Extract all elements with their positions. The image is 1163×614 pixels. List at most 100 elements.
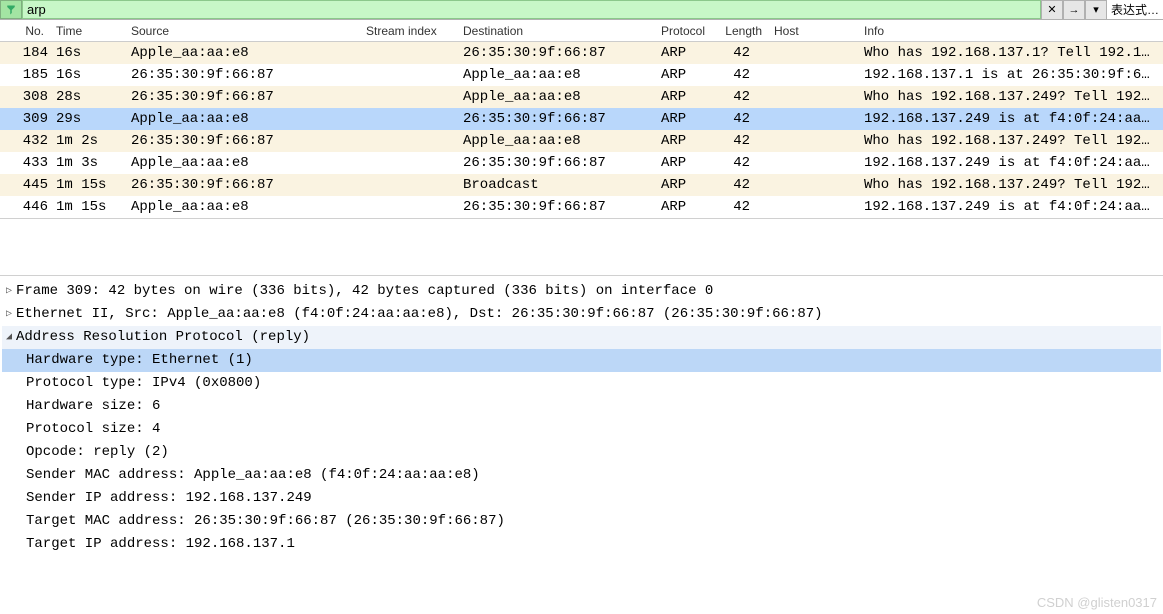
detail-arp-target-ip[interactable]: Target IP address: 192.168.137.1: [2, 533, 1161, 556]
detail-text: Frame 309: 42 bytes on wire (336 bits), …: [16, 280, 713, 303]
packet-row[interactable]: 18516s26:35:30:9f:66:87Apple_aa:aa:e8ARP…: [0, 64, 1163, 86]
cell-no: 445: [0, 177, 50, 193]
cell-info: Who has 192.168.137.249? Tell 192…: [858, 133, 1163, 149]
collapse-icon[interactable]: ◢: [2, 326, 16, 349]
cell-source: Apple_aa:aa:e8: [125, 199, 360, 215]
col-header-protocol[interactable]: Protocol: [655, 24, 710, 38]
detail-arp-sender-mac[interactable]: Sender MAC address: Apple_aa:aa:e8 (f4:0…: [2, 464, 1161, 487]
cell-time: 28s: [50, 89, 125, 105]
cell-info: 192.168.137.249 is at f4:0f:24:aa…: [858, 155, 1163, 171]
detail-arp[interactable]: ◢Address Resolution Protocol (reply): [2, 326, 1161, 349]
col-header-stream[interactable]: Stream index: [360, 24, 457, 38]
cell-info: Who has 192.168.137.249? Tell 192…: [858, 89, 1163, 105]
display-filter-bar: ✕ → ▾ 表达式…: [0, 0, 1163, 20]
col-header-info[interactable]: Info: [858, 24, 1163, 38]
cell-destination: Apple_aa:aa:e8: [457, 89, 655, 105]
cell-length: 42: [710, 155, 768, 171]
cell-source: Apple_aa:aa:e8: [125, 155, 360, 171]
filter-history-dropdown[interactable]: ▾: [1085, 0, 1107, 20]
detail-arp-opcode[interactable]: Opcode: reply (2): [2, 441, 1161, 464]
cell-info: Who has 192.168.137.249? Tell 192…: [858, 177, 1163, 193]
detail-arp-target-mac[interactable]: Target MAC address: 26:35:30:9f:66:87 (2…: [2, 510, 1161, 533]
col-header-length[interactable]: Length: [710, 24, 768, 38]
detail-text: Sender IP address: 192.168.137.249: [26, 487, 312, 510]
cell-length: 42: [710, 111, 768, 127]
packet-details-pane[interactable]: ▷Frame 309: 42 bytes on wire (336 bits),…: [0, 276, 1163, 556]
cell-length: 42: [710, 133, 768, 149]
cell-protocol: ARP: [655, 177, 710, 193]
packet-row[interactable]: 4451m 15s26:35:30:9f:66:87BroadcastARP42…: [0, 174, 1163, 196]
cell-protocol: ARP: [655, 199, 710, 215]
cell-protocol: ARP: [655, 155, 710, 171]
col-header-host[interactable]: Host: [768, 24, 858, 38]
detail-text: Hardware type: Ethernet (1): [26, 349, 253, 372]
packet-row[interactable]: 4461m 15sApple_aa:aa:e826:35:30:9f:66:87…: [0, 196, 1163, 218]
cell-no: 308: [0, 89, 50, 105]
cell-source: Apple_aa:aa:e8: [125, 45, 360, 61]
cell-no: 446: [0, 199, 50, 215]
detail-arp-hwtype[interactable]: Hardware type: Ethernet (1): [2, 349, 1161, 372]
watermark: CSDN @glisten0317: [1037, 595, 1157, 610]
expand-icon[interactable]: ▷: [2, 280, 16, 303]
cell-info: 192.168.137.249 is at f4:0f:24:aa…: [858, 199, 1163, 215]
display-filter-input[interactable]: [22, 0, 1041, 19]
pane-splitter[interactable]: [0, 218, 1163, 276]
cell-source: 26:35:30:9f:66:87: [125, 67, 360, 83]
packet-row[interactable]: 30929sApple_aa:aa:e826:35:30:9f:66:87ARP…: [0, 108, 1163, 130]
filter-bookmark-button[interactable]: [0, 0, 22, 19]
packet-row[interactable]: 4321m 2s26:35:30:9f:66:87Apple_aa:aa:e8A…: [0, 130, 1163, 152]
col-header-dest[interactable]: Destination: [457, 24, 655, 38]
cell-time: 1m 3s: [50, 155, 125, 171]
detail-frame[interactable]: ▷Frame 309: 42 bytes on wire (336 bits),…: [2, 280, 1161, 303]
packet-list[interactable]: 18416sApple_aa:aa:e826:35:30:9f:66:87ARP…: [0, 42, 1163, 218]
detail-text: Sender MAC address: Apple_aa:aa:e8 (f4:0…: [26, 464, 480, 487]
packet-list-header: No. Time Source Stream index Destination…: [0, 20, 1163, 42]
detail-text: Opcode: reply (2): [26, 441, 169, 464]
filter-icon: [5, 4, 17, 16]
cell-time: 16s: [50, 45, 125, 61]
filter-expression-button[interactable]: 表达式…: [1107, 1, 1163, 18]
cell-no: 309: [0, 111, 50, 127]
cell-no: 433: [0, 155, 50, 171]
cell-no: 185: [0, 67, 50, 83]
cell-source: Apple_aa:aa:e8: [125, 111, 360, 127]
cell-destination: 26:35:30:9f:66:87: [457, 155, 655, 171]
cell-destination: 26:35:30:9f:66:87: [457, 111, 655, 127]
cell-protocol: ARP: [655, 89, 710, 105]
col-header-no[interactable]: No.: [0, 24, 50, 38]
cell-destination: Apple_aa:aa:e8: [457, 133, 655, 149]
detail-ethernet[interactable]: ▷Ethernet II, Src: Apple_aa:aa:e8 (f4:0f…: [2, 303, 1161, 326]
cell-source: 26:35:30:9f:66:87: [125, 89, 360, 105]
filter-apply-button[interactable]: →: [1063, 0, 1085, 20]
detail-text: Target IP address: 192.168.137.1: [26, 533, 295, 556]
cell-destination: Broadcast: [457, 177, 655, 193]
filter-clear-button[interactable]: ✕: [1041, 0, 1063, 20]
cell-destination: Apple_aa:aa:e8: [457, 67, 655, 83]
detail-arp-prsize[interactable]: Protocol size: 4: [2, 418, 1161, 441]
detail-text: Protocol type: IPv4 (0x0800): [26, 372, 261, 395]
detail-text: Protocol size: 4: [26, 418, 160, 441]
detail-arp-hwsize[interactable]: Hardware size: 6: [2, 395, 1161, 418]
cell-time: 1m 15s: [50, 199, 125, 215]
cell-protocol: ARP: [655, 133, 710, 149]
detail-text: Hardware size: 6: [26, 395, 160, 418]
detail-arp-sender-ip[interactable]: Sender IP address: 192.168.137.249: [2, 487, 1161, 510]
packet-row[interactable]: 4331m 3sApple_aa:aa:e8 26:35:30:9f:66:87A…: [0, 152, 1163, 174]
packet-row[interactable]: 30828s26:35:30:9f:66:87 Apple_aa:aa:e8ARP…: [0, 86, 1163, 108]
cell-info: Who has 192.168.137.1? Tell 192.1…: [858, 45, 1163, 61]
packet-row[interactable]: 18416sApple_aa:aa:e826:35:30:9f:66:87ARP…: [0, 42, 1163, 64]
cell-length: 42: [710, 89, 768, 105]
cell-length: 42: [710, 45, 768, 61]
detail-arp-prtype[interactable]: Protocol type: IPv4 (0x0800): [2, 372, 1161, 395]
col-header-time[interactable]: Time: [50, 24, 125, 38]
expand-icon[interactable]: ▷: [2, 303, 16, 326]
col-header-source[interactable]: Source: [125, 24, 360, 38]
cell-destination: 26:35:30:9f:66:87: [457, 45, 655, 61]
cell-protocol: ARP: [655, 67, 710, 83]
cell-length: 42: [710, 177, 768, 193]
detail-text: Ethernet II, Src: Apple_aa:aa:e8 (f4:0f:…: [16, 303, 823, 326]
cell-protocol: ARP: [655, 111, 710, 127]
detail-text: Target MAC address: 26:35:30:9f:66:87 (2…: [26, 510, 505, 533]
cell-info: 192.168.137.1 is at 26:35:30:9f:6…: [858, 67, 1163, 83]
cell-source: 26:35:30:9f:66:87: [125, 133, 360, 149]
